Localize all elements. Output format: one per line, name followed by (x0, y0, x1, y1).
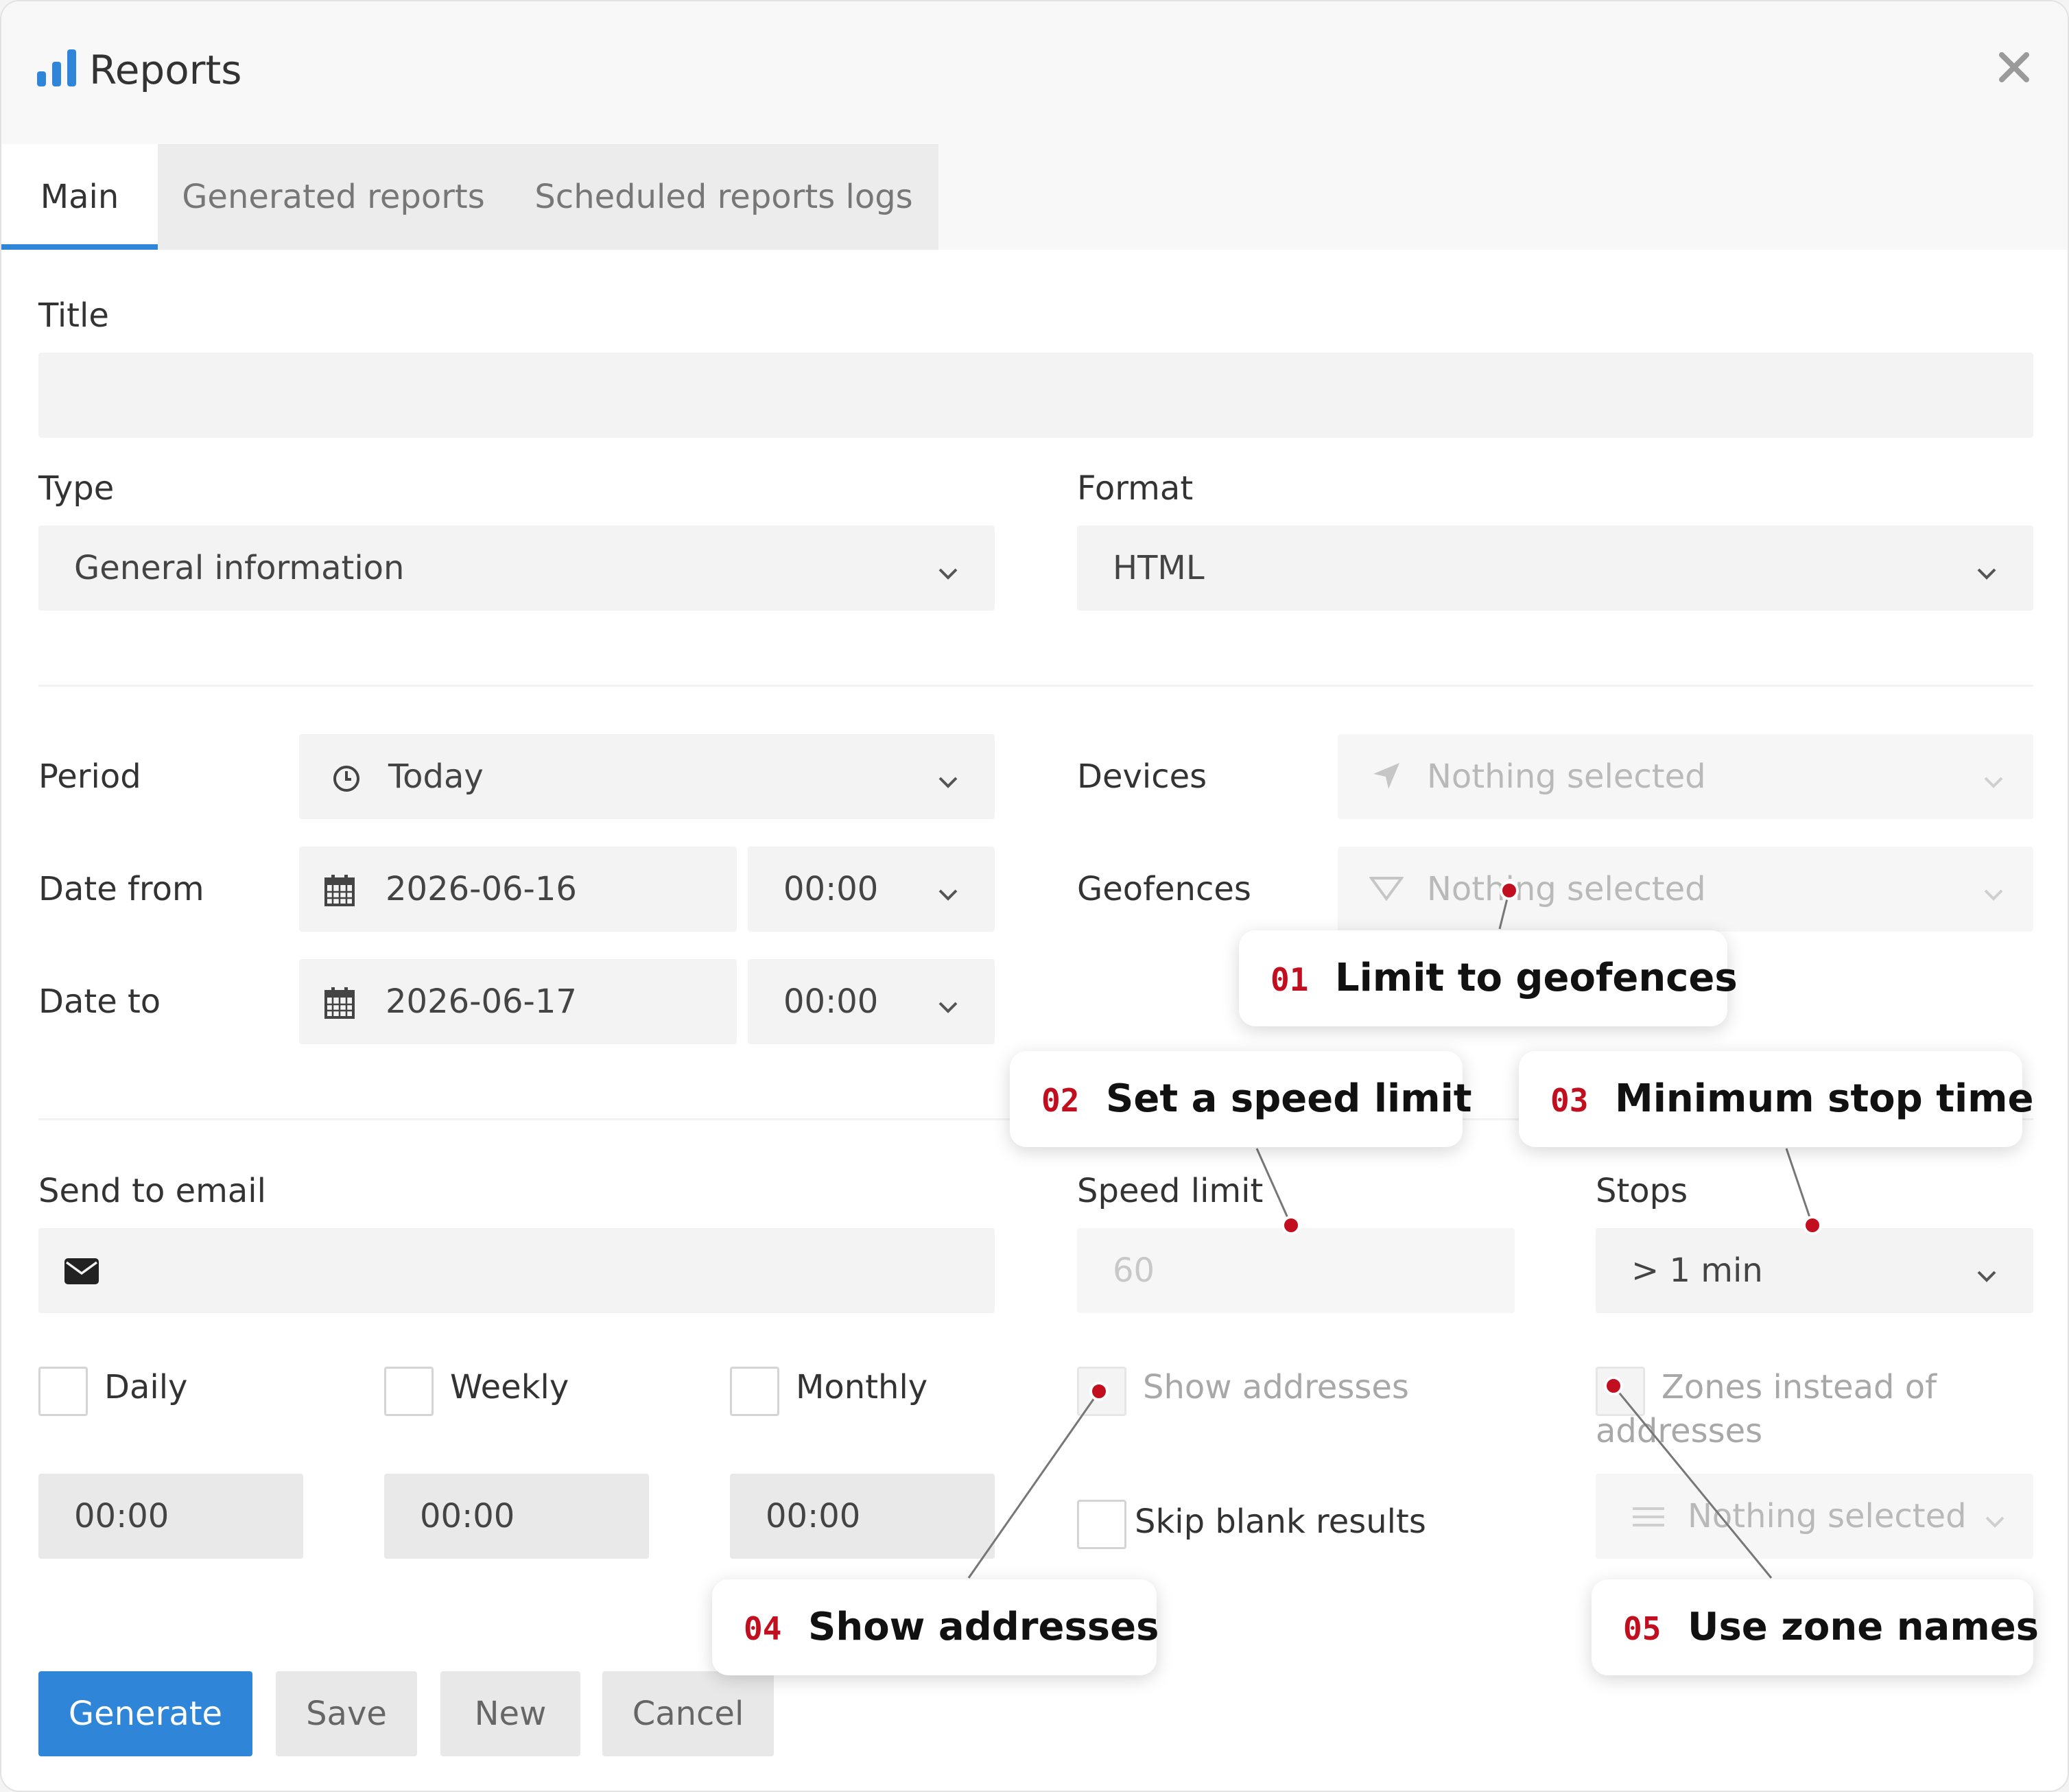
callout-text: Use zone names (1688, 1605, 2040, 1649)
devices-label: Devices (1077, 757, 1207, 796)
geofences-label: Geofences (1077, 870, 1251, 908)
type-selected-value: General information (74, 549, 405, 587)
daily-label: Daily (104, 1368, 188, 1406)
zones-instead-label: Zones instead of (1662, 1368, 1937, 1406)
geofences-placeholder: Nothing selected (1427, 870, 1706, 908)
stops-select[interactable]: > 1 min (1596, 1228, 2033, 1313)
reports-dialog: Reports Main Generated reports Scheduled… (0, 0, 2069, 1792)
title-label: Title (38, 296, 109, 335)
callout-number: 01 (1270, 961, 1309, 998)
zones-instead-label-continued: addresses (1596, 1412, 1763, 1450)
callout-set-speed-limit: 02 Set a speed limit (1010, 1051, 1472, 1147)
stops-selected-value: > 1 min (1631, 1251, 1763, 1290)
title-input[interactable] (38, 353, 2033, 438)
format-select[interactable]: HTML (1077, 526, 2033, 611)
chevron-down-icon (1985, 1516, 2005, 1528)
envelope-icon (64, 1258, 99, 1284)
tab-generated-reports[interactable]: Generated reports (158, 144, 509, 250)
type-select[interactable]: General information (38, 526, 995, 611)
generate-button[interactable]: Generate (38, 1671, 252, 1756)
zones-instead-checkbox[interactable] (1596, 1367, 1645, 1416)
callout-number: 05 (1623, 1610, 1662, 1647)
clock-icon (333, 766, 359, 792)
show-addresses-checkbox[interactable] (1077, 1367, 1126, 1416)
callout-minimum-stop-time: 03 Minimum stop time (1519, 1051, 2034, 1147)
date-from-label: Date from (38, 870, 204, 908)
chevron-down-icon (938, 777, 958, 788)
date-to-value: 2026-06-17 (386, 982, 577, 1021)
title-bar: Reports (1, 1, 2068, 144)
callout-number: 02 (1041, 1082, 1080, 1119)
callout-text: Show addresses (808, 1605, 1159, 1649)
monthly-checkbox[interactable] (730, 1367, 779, 1416)
show-addresses-label: Show addresses (1143, 1368, 1409, 1406)
date-to-label: Date to (38, 982, 161, 1021)
monthly-label: Monthly (796, 1368, 928, 1406)
callout-number: 04 (744, 1610, 782, 1647)
date-from-input[interactable]: 2026-06-16 (299, 847, 737, 932)
weekly-time-input[interactable]: 00:00 (384, 1474, 649, 1559)
zones-select[interactable]: Nothing selected (1596, 1474, 2033, 1559)
devices-placeholder: Nothing selected (1427, 757, 1706, 796)
calendar-icon (324, 987, 355, 1019)
daily-checkbox[interactable] (38, 1367, 88, 1416)
chevron-down-icon (1984, 889, 2003, 901)
weekly-label: Weekly (450, 1368, 569, 1406)
callout-number: 03 (1550, 1082, 1589, 1119)
save-button[interactable]: Save (276, 1671, 417, 1756)
cancel-button[interactable]: Cancel (602, 1671, 774, 1756)
devices-select[interactable]: Nothing selected (1338, 734, 2033, 819)
speed-limit-placeholder: 60 (1113, 1251, 1155, 1290)
calendar-icon (324, 875, 355, 906)
chevron-down-icon (938, 889, 958, 901)
period-selected-value: Today (388, 757, 484, 796)
stops-label: Stops (1596, 1172, 1688, 1210)
tab-main[interactable]: Main (1, 144, 158, 250)
monthly-time-input[interactable]: 00:00 (730, 1474, 995, 1559)
callout-limit-to-geofences: 01 Limit to geofences (1239, 930, 1738, 1026)
date-from-value: 2026-06-16 (386, 870, 577, 908)
geofence-icon (1369, 877, 1404, 901)
chevron-down-icon (1977, 568, 1996, 580)
list-icon (1633, 1507, 1664, 1526)
email-input[interactable] (38, 1228, 995, 1313)
callout-use-zone-names: 05 Use zone names (1592, 1579, 2039, 1675)
new-button[interactable]: New (440, 1671, 580, 1756)
date-to-input[interactable]: 2026-06-17 (299, 959, 737, 1044)
callout-text: Set a speed limit (1106, 1076, 1472, 1121)
tab-bar: Main Generated reports Scheduled reports… (1, 144, 2068, 250)
send-to-email-label: Send to email (38, 1172, 266, 1210)
close-icon[interactable] (1994, 47, 2035, 88)
window-title: Reports (89, 47, 242, 93)
location-arrow-icon (1373, 763, 1399, 789)
geofences-select[interactable]: Nothing selected (1338, 847, 2033, 932)
format-label: Format (1077, 469, 1194, 508)
callout-show-addresses: 04 Show addresses (712, 1579, 1159, 1675)
tab-scheduled-reports-logs[interactable]: Scheduled reports logs (509, 144, 938, 250)
time-to-select[interactable]: 00:00 (748, 959, 995, 1044)
period-select[interactable]: Today (299, 734, 995, 819)
time-from-select[interactable]: 00:00 (748, 847, 995, 932)
bar-chart-icon (37, 49, 76, 86)
callout-text: Limit to geofences (1335, 956, 1738, 1000)
weekly-checkbox[interactable] (384, 1367, 434, 1416)
skip-blank-results-checkbox[interactable] (1077, 1500, 1126, 1549)
skip-blank-results-label: Skip blank results (1135, 1502, 1426, 1541)
zones-placeholder: Nothing selected (1688, 1497, 1967, 1535)
chevron-down-icon (1977, 1271, 1996, 1282)
period-label: Period (38, 757, 141, 796)
speed-limit-input[interactable]: 60 (1077, 1228, 1515, 1313)
chevron-down-icon (938, 568, 958, 580)
chevron-down-icon (1984, 777, 2003, 788)
section-divider (38, 685, 2033, 687)
speed-limit-label: Speed limit (1077, 1172, 1264, 1210)
format-selected-value: HTML (1113, 549, 1205, 587)
callout-text: Minimum stop time (1615, 1076, 2034, 1121)
type-label: Type (38, 469, 115, 508)
daily-time-input[interactable]: 00:00 (38, 1474, 303, 1559)
chevron-down-icon (938, 1002, 958, 1013)
